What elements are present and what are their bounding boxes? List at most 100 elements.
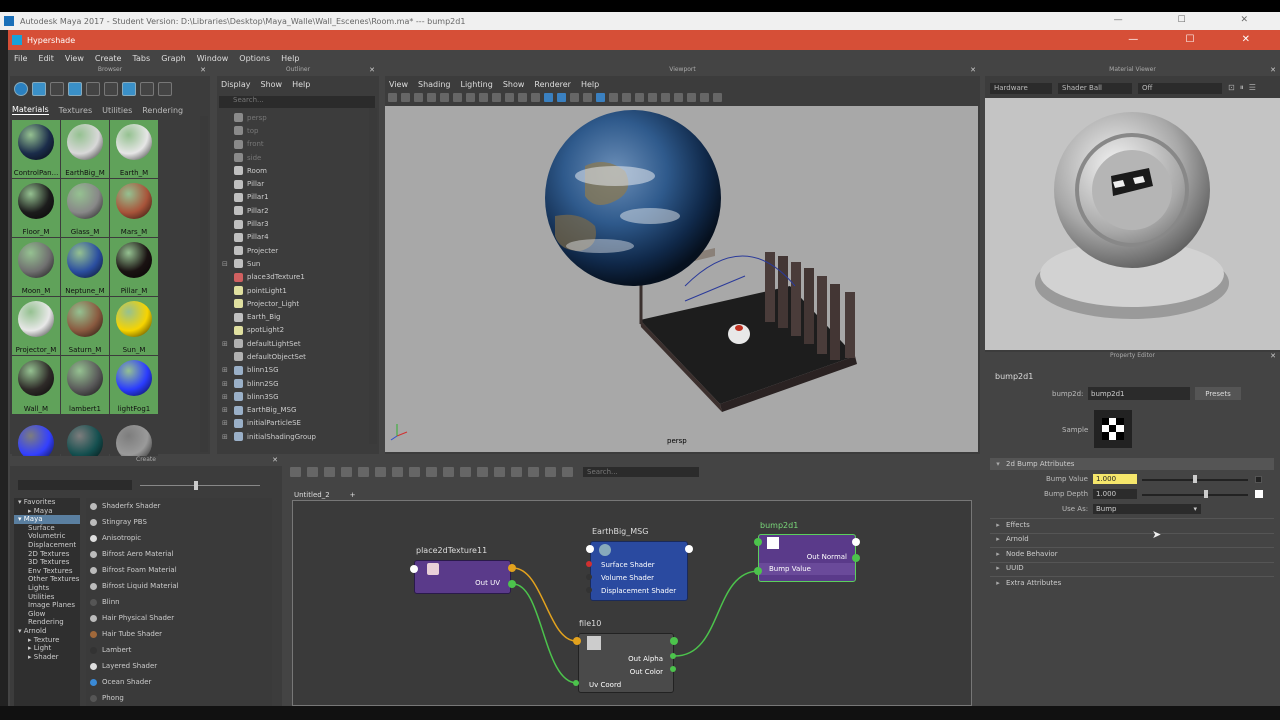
material-swatch[interactable]: Mars_M [110, 179, 158, 237]
node-name-field[interactable]: bump2d1 [1088, 387, 1190, 400]
outliner-scrollbar[interactable] [369, 108, 377, 444]
renderer-dropdown[interactable]: Hardware [990, 82, 1052, 94]
film-gate-icon[interactable] [466, 93, 475, 102]
browser-tool-icon[interactable] [140, 82, 154, 96]
shader-node-item[interactable]: Bifrost Aero Material [86, 546, 272, 562]
node-graph-canvas[interactable]: place2dTexture11 Out UV EarthBig_MSG Sur… [292, 500, 972, 706]
shader-node-item[interactable]: Phong [86, 690, 272, 706]
tab-textures[interactable]: Textures [59, 106, 92, 115]
material-swatch[interactable]: Neptune_M [61, 238, 109, 296]
frame-selected-icon[interactable] [375, 467, 386, 477]
outliner-item[interactable]: Pillar3 [222, 217, 370, 230]
close-icon[interactable]: ✕ [369, 66, 375, 74]
outliner-item[interactable]: spotLight2 [222, 324, 370, 337]
safe-title-icon[interactable] [531, 93, 540, 102]
viewport-menu-help[interactable]: Help [581, 80, 599, 89]
input-port-surface[interactable] [586, 561, 592, 567]
gate-mask-icon[interactable] [492, 93, 501, 102]
output-port-uv[interactable] [508, 564, 516, 572]
checker-map-icon[interactable] [1255, 490, 1263, 498]
map-button[interactable] [1255, 476, 1262, 483]
section-node-behavior[interactable]: ▸ Node Behavior [990, 547, 1274, 559]
menu-item-tabs[interactable]: Tabs [132, 54, 150, 63]
viewport-menu-view[interactable]: View [389, 80, 408, 89]
create-category-item[interactable]: ▾ Favorites [14, 498, 80, 507]
material-swatch[interactable]: Floor_M [12, 179, 60, 237]
menu-item-options[interactable]: Options [239, 54, 270, 63]
node-place2dtexture[interactable]: Out UV [414, 560, 511, 594]
outliner-menu-show[interactable]: Show [261, 80, 283, 89]
outliner-menu-help[interactable]: Help [292, 80, 310, 89]
outliner-search-input[interactable]: Search... [219, 96, 375, 108]
output-port[interactable] [685, 545, 693, 553]
create-search-input[interactable] [18, 480, 132, 490]
outliner-item[interactable]: Projector_Light [222, 297, 370, 310]
output-port-color[interactable] [670, 666, 676, 672]
menu-item-help[interactable]: Help [281, 54, 299, 63]
node-tab[interactable]: bump2d1 [995, 372, 1033, 381]
input-port[interactable] [754, 538, 762, 546]
outliner-item[interactable]: Earth_Big [222, 310, 370, 323]
swatch-size-handle[interactable] [194, 481, 198, 490]
browser-tool-icon[interactable] [104, 82, 118, 96]
smooth-shade-icon[interactable] [557, 93, 566, 102]
bump-value-field[interactable]: 1.000 [1093, 474, 1137, 484]
create-category-item[interactable]: 3D Textures [14, 558, 80, 567]
output-port-normal[interactable] [852, 554, 860, 562]
viewport-menu-shading[interactable]: Shading [418, 80, 451, 89]
create-category-item[interactable]: Image Planes [14, 601, 80, 610]
outliner-item[interactable]: pointLight1 [222, 284, 370, 297]
xray-icon[interactable] [635, 93, 644, 102]
close-icon[interactable]: ✕ [1270, 352, 1276, 360]
output-port-uvcoord[interactable] [508, 580, 516, 588]
outliner-item[interactable]: ⊞ EarthBig_MSG [222, 404, 370, 417]
pin-icon[interactable] [409, 467, 420, 477]
material-swatch[interactable]: Glass_M [61, 179, 109, 237]
shader-node-item[interactable]: Hair Tube Shader [86, 626, 272, 642]
outliner-item[interactable]: ⊞ initialShadingGroup [222, 430, 370, 443]
material-swatch[interactable]: EarthBig_M [61, 120, 109, 178]
tab-rendering[interactable]: Rendering [142, 106, 183, 115]
create-category-item[interactable]: Displacement [14, 541, 80, 550]
shader-node-item[interactable]: Lambert [86, 642, 272, 658]
shader-node-item[interactable]: Shaderfx Shader [86, 498, 272, 514]
outliner-item[interactable]: Projecter [222, 244, 370, 257]
input-port[interactable] [410, 565, 418, 573]
expand-toggle[interactable]: ⊞ [222, 366, 234, 374]
input-port-displacement[interactable] [586, 587, 592, 593]
field-chart-icon[interactable] [505, 93, 514, 102]
create-category-item[interactable]: ▸ Maya [14, 507, 80, 516]
rearrange-icon[interactable] [392, 467, 403, 477]
viewport-menu-show[interactable]: Show [503, 80, 525, 89]
close-icon[interactable]: ✕ [272, 456, 278, 464]
viewport-scene[interactable]: persp [385, 106, 978, 452]
section-effects[interactable]: ▸ Effects [990, 518, 1274, 530]
graph-both-icon[interactable] [307, 467, 318, 477]
expand-toggle[interactable]: ⊞ [222, 340, 234, 348]
material-swatch[interactable]: Projector_M [12, 297, 60, 355]
outliner-item[interactable]: persp [222, 111, 370, 124]
hypershade-window-controls[interactable]: — ☐ ✕ [1128, 34, 1272, 45]
create-category-item[interactable]: ▾ Maya [14, 515, 80, 524]
xray-joints-icon[interactable] [648, 93, 657, 102]
environment-dropdown[interactable]: Off [1138, 82, 1222, 94]
section-extra-attributes[interactable]: ▸ Extra Attributes [990, 576, 1274, 588]
browser-tool-icon[interactable] [50, 82, 64, 96]
browser-tool-icon[interactable] [158, 82, 172, 96]
input-port[interactable] [586, 545, 594, 553]
shader-node-item[interactable]: Bifrost Liquid Material [86, 578, 272, 594]
browser-tool-icon[interactable] [68, 82, 82, 96]
browser-tool-icon[interactable] [122, 82, 136, 96]
material-swatch[interactable]: lambert1 [61, 356, 109, 414]
outliner-item[interactable]: ⊞ initialParticleSE [222, 417, 370, 430]
bump-depth-slider-handle[interactable] [1204, 490, 1208, 498]
output-port-alpha[interactable] [670, 653, 676, 659]
node-editor-tab[interactable]: Untitled_2 + [294, 489, 356, 500]
bookmark-icon[interactable] [545, 467, 556, 477]
bump-depth-slider[interactable] [1142, 494, 1248, 496]
outliner-item[interactable]: front [222, 138, 370, 151]
viewport-menu-lighting[interactable]: Lighting [460, 80, 492, 89]
menu-item-window[interactable]: Window [197, 54, 229, 63]
shader-node-item[interactable]: Stingray PBS [86, 514, 272, 530]
menu-item-edit[interactable]: Edit [38, 54, 54, 63]
